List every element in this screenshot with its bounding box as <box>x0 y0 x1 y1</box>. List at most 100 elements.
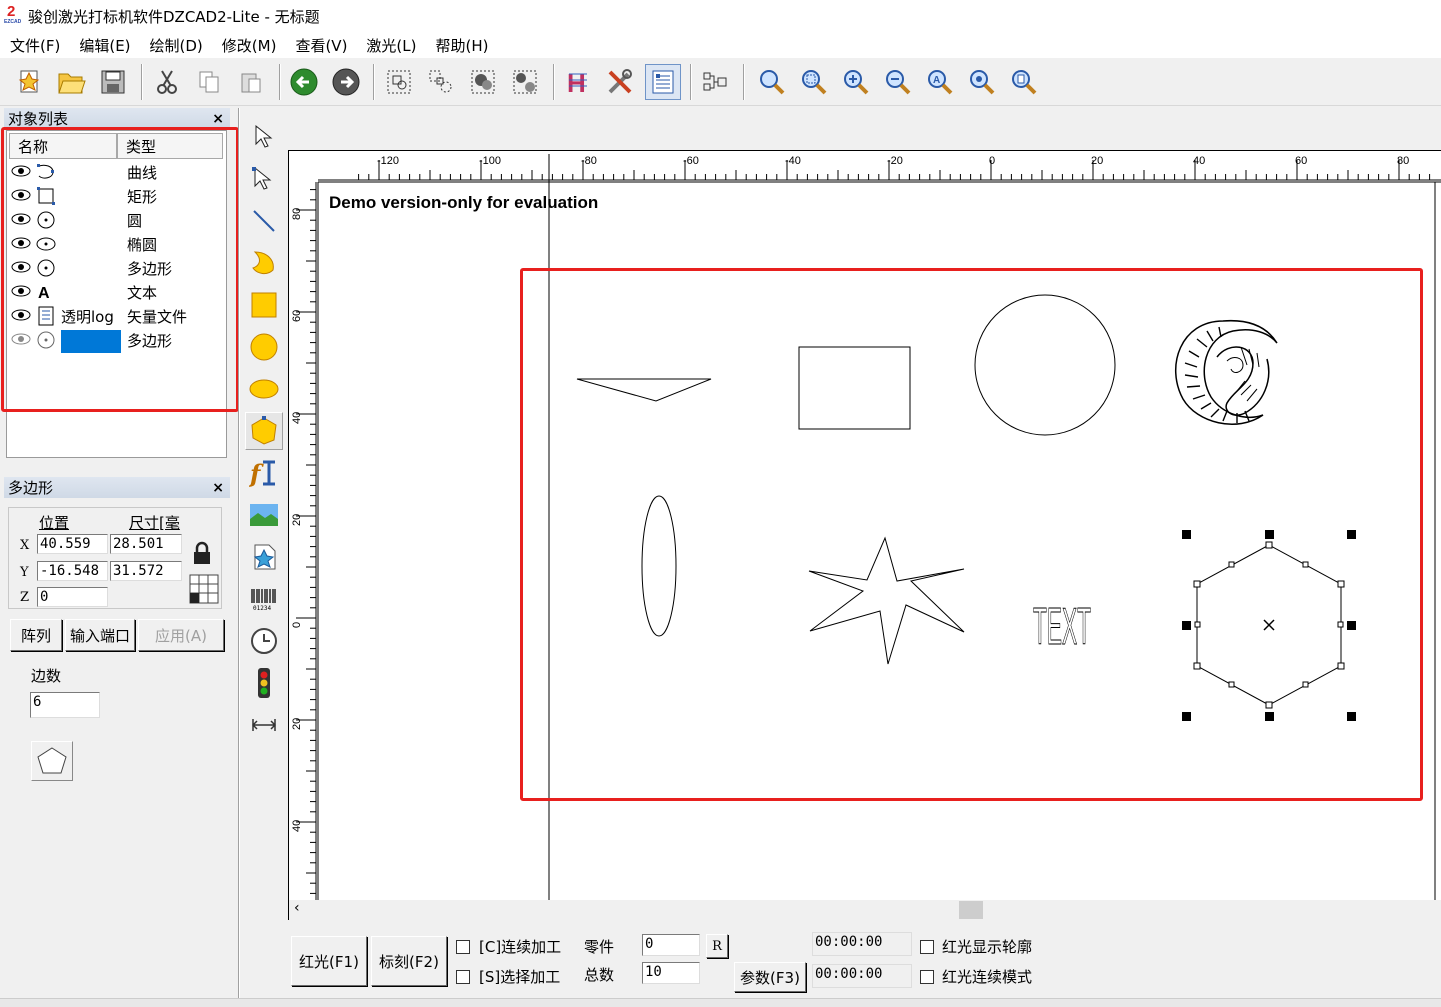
object-row[interactable]: 多边形 <box>11 257 225 281</box>
menu-draw[interactable]: 绘制(D) <box>140 35 212 56</box>
object-row[interactable]: 圆 <box>11 209 225 233</box>
visibility-eye-icon[interactable] <box>11 212 31 226</box>
menu-file[interactable]: 文件(F) <box>0 35 69 56</box>
zoom-window-icon[interactable] <box>796 64 832 100</box>
apply-button[interactable]: 应用(A) <box>138 619 224 651</box>
vector-import-icon[interactable] <box>245 538 283 576</box>
sides-input[interactable]: 6 <box>30 692 100 718</box>
visibility-eye-icon[interactable] <box>11 164 31 178</box>
combine-icon[interactable] <box>465 64 501 100</box>
reset-part-button[interactable]: R <box>706 934 728 958</box>
new-icon[interactable] <box>11 64 47 100</box>
mark-button[interactable]: 标刻(F2) <box>371 936 447 986</box>
object-row[interactable]: A 文本 <box>11 281 225 305</box>
visibility-eye-icon[interactable] <box>11 308 31 322</box>
redo-icon[interactable] <box>328 64 364 100</box>
y-position-input[interactable]: -16.548 <box>37 561 108 581</box>
continuous-process-label: [C]连续加工 <box>479 938 562 956</box>
select-icon[interactable] <box>245 118 283 156</box>
menu-laser[interactable]: 激光(L) <box>356 35 425 56</box>
object-name <box>61 186 121 209</box>
paste-icon[interactable] <box>233 64 269 100</box>
horizontal-scrollbar[interactable]: ‹ <box>289 900 1441 920</box>
hatch-icon[interactable]: H <box>560 64 596 100</box>
zoom-all-icon[interactable]: A <box>922 64 958 100</box>
object-name <box>61 210 121 233</box>
x-position-input[interactable]: 40.559 <box>37 534 108 554</box>
object-list-icon[interactable] <box>645 64 681 100</box>
width-input[interactable]: 28.501 <box>110 534 182 554</box>
parameters-button[interactable]: 参数(F3) <box>734 962 806 992</box>
red-light-continuous-checkbox[interactable] <box>920 970 934 984</box>
zoom-selected-icon[interactable] <box>964 64 1000 100</box>
polygon-tool-icon[interactable] <box>245 412 283 450</box>
group-icon[interactable] <box>381 64 417 100</box>
object-row[interactable]: 矩形 <box>11 185 225 209</box>
z-label: Z <box>20 590 30 605</box>
zoom-page-icon[interactable] <box>1006 64 1042 100</box>
anchor-grid-icon[interactable] <box>189 574 219 604</box>
save-icon[interactable] <box>95 64 131 100</box>
node-icon[interactable] <box>697 64 733 100</box>
visibility-eye-icon[interactable] <box>11 236 31 250</box>
array-button[interactable]: 阵列 <box>10 619 62 651</box>
circle-tool-icon[interactable] <box>245 328 283 366</box>
ruler-tick-label: -40 <box>785 155 801 167</box>
cut-icon[interactable] <box>149 64 185 100</box>
menu-view[interactable]: 查看(V) <box>285 35 356 56</box>
select-process-checkbox[interactable] <box>456 970 470 984</box>
visibility-eye-icon[interactable] <box>11 188 31 202</box>
close-icon[interactable]: × <box>212 480 224 496</box>
z-position-input[interactable]: 0 <box>37 587 108 607</box>
line-icon[interactable] <box>245 202 283 240</box>
menu-help[interactable]: 帮助(H) <box>425 35 497 56</box>
object-row[interactable]: 透明log 矢量文件 <box>11 305 225 329</box>
part-count-input[interactable]: 0 <box>642 934 700 956</box>
close-icon[interactable]: × <box>212 111 224 127</box>
scrollbar-thumb[interactable] <box>959 901 983 919</box>
visibility-eye-icon[interactable] <box>11 260 31 274</box>
visibility-eye-icon[interactable] <box>11 332 31 346</box>
svg-text:A: A <box>38 285 50 302</box>
object-row[interactable]: 椭圆 <box>11 233 225 257</box>
input-port-button[interactable]: 输入端口 <box>65 619 135 651</box>
curve-tool-icon[interactable] <box>245 244 283 282</box>
io-port-icon[interactable] <box>245 664 283 702</box>
column-header-name[interactable]: 名称 <box>9 133 117 159</box>
text-tool-icon[interactable]: f <box>245 454 283 492</box>
zoom-in-icon[interactable] <box>838 64 874 100</box>
height-input[interactable]: 31.572 <box>110 561 182 581</box>
undo-icon[interactable] <box>286 64 322 100</box>
column-header-type[interactable]: 类型 <box>117 133 223 159</box>
menu-edit[interactable]: 编辑(E) <box>69 35 139 56</box>
menu-modify[interactable]: 修改(M) <box>212 35 286 56</box>
ellipse-tool-icon[interactable] <box>245 370 283 408</box>
zoom-out-icon[interactable] <box>880 64 916 100</box>
drawing-canvas[interactable]: -120 -100 -80 -60 -40 -20 0 20 40 60 80 80 60 40 20 0 2… <box>288 150 1441 920</box>
open-icon[interactable] <box>53 64 89 100</box>
polygon-preview-icon[interactable] <box>31 741 73 781</box>
copy-icon[interactable] <box>191 64 227 100</box>
node-edit-icon[interactable] <box>245 160 283 198</box>
red-light-continuous-label: 红光连续模式 <box>942 968 1033 986</box>
scroll-left-arrow-icon[interactable]: ‹ <box>294 900 300 916</box>
object-row-selected[interactable]: 多边形 <box>11 329 225 353</box>
timer-icon[interactable] <box>245 622 283 660</box>
object-row[interactable]: 曲线 <box>11 161 225 185</box>
part-label: 零件 <box>584 938 615 956</box>
rectangle-tool-icon[interactable] <box>245 286 283 324</box>
red-light-button[interactable]: 红光(F1) <box>291 936 367 986</box>
ungroup-icon[interactable] <box>423 64 459 100</box>
lock-icon[interactable] <box>189 540 217 568</box>
red-light-contour-checkbox[interactable] <box>920 940 934 954</box>
uncombine-icon[interactable] <box>507 64 543 100</box>
extend-axis-icon[interactable] <box>245 706 283 744</box>
bitmap-icon[interactable] <box>245 496 283 534</box>
zoom-icon[interactable] <box>754 64 790 100</box>
continuous-process-checkbox[interactable] <box>456 940 470 954</box>
visibility-eye-icon[interactable] <box>11 284 31 298</box>
barcode-icon[interactable]: 01234 <box>245 580 283 618</box>
total-count-input[interactable]: 10 <box>642 962 700 984</box>
ruler-tick-label: 0 <box>989 155 995 167</box>
tools-icon[interactable] <box>602 64 638 100</box>
